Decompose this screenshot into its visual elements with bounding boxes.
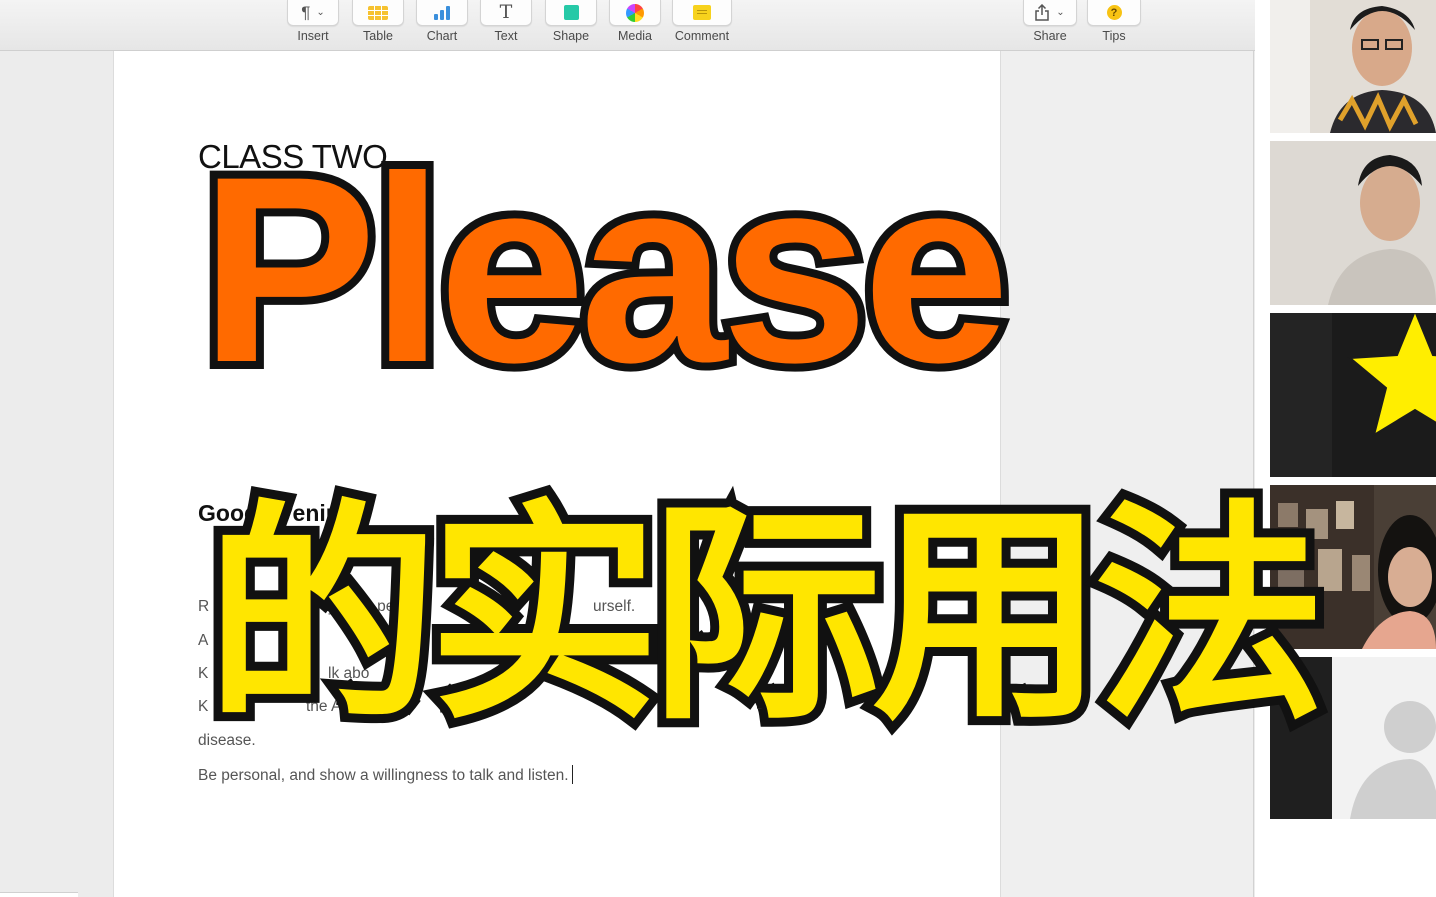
chart-icon — [432, 5, 452, 20]
chevron-down-icon: ⌄ — [1056, 7, 1065, 18]
share-arrow-icon — [1035, 4, 1050, 21]
toolbar-label: Share — [1033, 29, 1067, 43]
toolbar-label: Insert — [297, 29, 329, 43]
chart-button[interactable] — [416, 0, 468, 26]
toolbar-shape[interactable]: Shape — [545, 0, 597, 43]
participant-avatar-3 — [1270, 313, 1436, 477]
screen: CLASS TWO Good Evening! R y — ... peop u… — [0, 0, 1436, 897]
document-right-gutter — [1000, 51, 1254, 897]
default-avatar-head — [1384, 701, 1436, 753]
tips-icon: ? — [1106, 5, 1122, 20]
shape-icon — [563, 5, 579, 20]
overlay-chinese-text: 的实际用法 — [197, 481, 1335, 751]
toolbar-comment[interactable]: Comment — [672, 0, 732, 43]
toolbar-text[interactable]: T Text — [480, 0, 532, 43]
media-button[interactable] — [609, 0, 661, 26]
toolbar-label: Tips — [1102, 29, 1126, 43]
insert-button[interactable]: ¶ ⌄ — [287, 0, 339, 26]
table-button[interactable] — [352, 0, 404, 26]
participant-tile-1[interactable] — [1270, 0, 1436, 133]
toolbar-label: Comment — [674, 29, 730, 43]
tips-button[interactable]: ? — [1087, 0, 1141, 26]
chevron-down-icon: ⌄ — [316, 7, 325, 18]
toolbar-label: Media — [617, 29, 653, 43]
toolbar-media[interactable]: Media — [609, 0, 661, 43]
share-icon: ⌄ — [1035, 4, 1065, 21]
comment-button[interactable] — [672, 0, 732, 26]
participant-tile-2[interactable] — [1270, 141, 1436, 305]
last-line-text: Be personal, and show a willingness to t… — [198, 767, 569, 784]
toolbar-share[interactable]: ⌄ Share — [1023, 0, 1077, 43]
comment-icon — [693, 5, 711, 20]
overlay-english-text: Please — [192, 122, 1018, 418]
table-icon — [368, 5, 388, 20]
participant-video-1 — [1270, 0, 1436, 133]
paragraph-glyph: ¶ — [301, 2, 311, 22]
toolbar-label: Text — [494, 29, 518, 43]
bottom-edge-tab — [0, 892, 78, 897]
toolbar-label: Chart — [426, 29, 458, 43]
toolbar-label: Table — [363, 29, 393, 43]
text-cursor — [571, 765, 573, 784]
participant-tile-3[interactable] — [1270, 313, 1436, 477]
toolbar-label: Shape — [552, 29, 590, 43]
app-toolbar: ¶ ⌄ Insert Table Chart T Text Shape Medi… — [0, 0, 1270, 51]
toolbar-tips[interactable]: ? Tips — [1087, 0, 1141, 43]
toolbar-insert[interactable]: ¶ ⌄ Insert — [287, 0, 339, 43]
share-button[interactable]: ⌄ — [1023, 0, 1077, 26]
participant-video-2 — [1270, 141, 1436, 305]
media-icon — [626, 3, 644, 22]
document-line-6[interactable]: Be personal, and show a willingness to t… — [198, 765, 573, 785]
text-icon: T — [499, 1, 513, 23]
text-button[interactable]: T — [480, 0, 532, 26]
shape-button[interactable] — [545, 0, 597, 26]
paragraph-icon: ¶ ⌄ — [301, 3, 325, 23]
toolbar-chart[interactable]: Chart — [416, 0, 468, 43]
toolbar-table[interactable]: Table — [352, 0, 404, 43]
